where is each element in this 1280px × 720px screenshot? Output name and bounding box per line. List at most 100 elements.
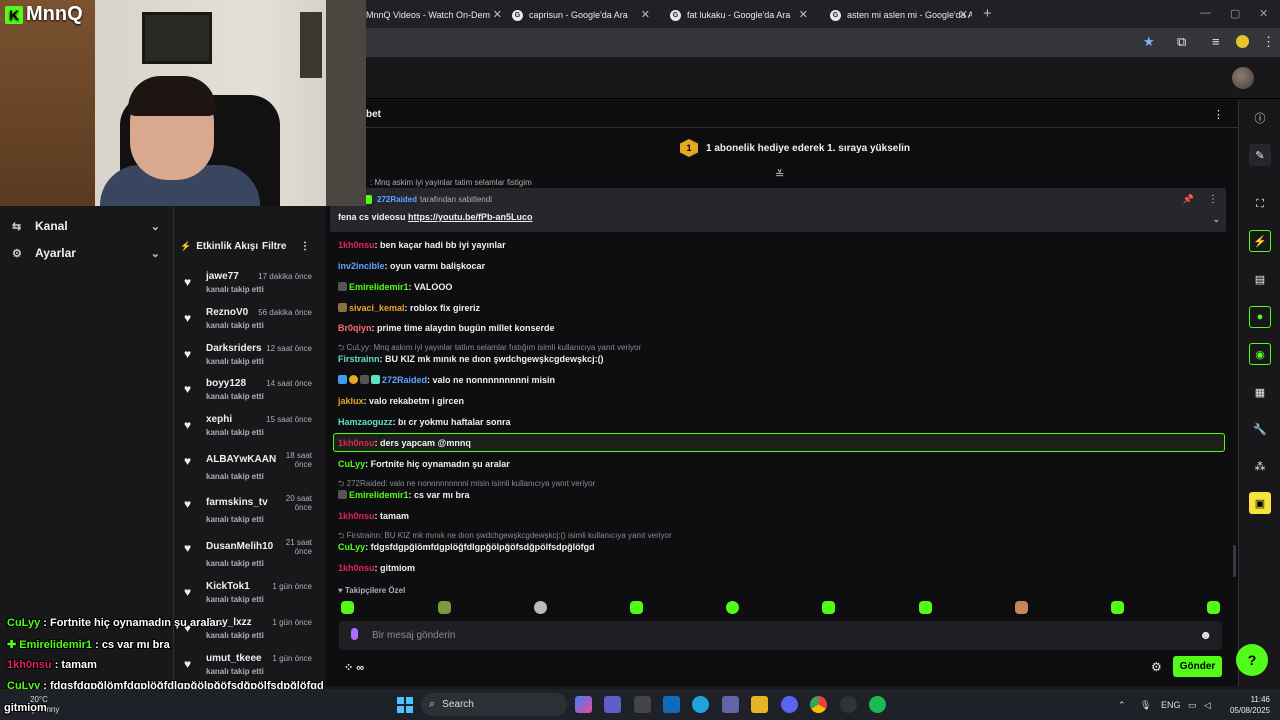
chat-message[interactable]: Emirelidemir1: cs var mı bra: [338, 490, 470, 500]
tab-close-icon[interactable]: ✕: [799, 8, 808, 21]
profile-icon[interactable]: [1236, 35, 1249, 48]
collapse-chevron-icon[interactable]: ≚: [775, 168, 784, 181]
bookmark-star-icon[interactable]: ★: [1143, 34, 1155, 50]
chat-message[interactable]: Br0qiyn: prime time alaydın bugün millet…: [338, 323, 555, 333]
wrench-icon[interactable]: 🔧: [1249, 418, 1271, 440]
activity-item[interactable]: ♥ xephi 15 saat önce kanalı takip etti: [184, 414, 314, 448]
tab-close-icon[interactable]: ✕: [493, 8, 502, 21]
discord-icon[interactable]: [781, 696, 798, 713]
user-avatar[interactable]: [1232, 67, 1254, 89]
send-button[interactable]: Gönder: [1173, 656, 1222, 677]
pinned-message[interactable]: 272Raided tarafından sabitlendi fena cs …: [330, 188, 1226, 232]
copilot-icon[interactable]: [575, 696, 592, 713]
pin-icon[interactable]: 📌: [1183, 194, 1194, 205]
chat-message[interactable]: 1kh0nsu: ben kaçar hadi bb iyi yayınlar: [338, 240, 506, 250]
emote-icon[interactable]: [1111, 601, 1124, 614]
taskbar-search[interactable]: ⌕ Search: [421, 693, 567, 716]
emote-icon[interactable]: [822, 601, 835, 614]
sidebar-item-ayarlar[interactable]: ⚙ Ayarlar ⌄: [12, 242, 160, 264]
filter-button[interactable]: Filtre: [262, 241, 286, 252]
spotify-icon[interactable]: [869, 696, 886, 713]
emote-icon[interactable]: [1207, 601, 1220, 614]
pinned-link[interactable]: https://youtu.be/fPb-an5Luco: [408, 212, 533, 222]
tab-asten-mi-aslen-mi[interactable]: Gasten mi aslen mi - Google'da A ✕: [822, 4, 972, 26]
taskbar-clock[interactable]: 11:46 05/08/2025: [1224, 694, 1270, 716]
activity-item[interactable]: ♥ jawe77 17 dakika önce kanalı takip etti: [184, 271, 314, 305]
browser-menu-icon[interactable]: ⋮: [1262, 34, 1275, 50]
store-icon[interactable]: [634, 696, 651, 713]
sidebar-item-kanal[interactable]: ⇆ Kanal ⌄: [12, 215, 160, 237]
activity-item[interactable]: ♥ ReznoV0 56 dakika önce kanalı takip etti: [184, 307, 314, 341]
broadcast-icon[interactable]: ◉: [1249, 343, 1271, 365]
activity-item[interactable]: ♥ farmskins_tv 20 saat önce kanalı takip et…: [184, 493, 314, 533]
chat-message[interactable]: 1kh0nsu: ders yapcam @mnnq: [338, 438, 471, 448]
emoji-picker-icon[interactable]: ☻: [1199, 628, 1212, 642]
tab-mnnq-videos[interactable]: MnnQ Videos - Watch On-Dem ✕: [358, 4, 506, 26]
chat-scrollbar[interactable]: [1233, 545, 1236, 577]
mic-icon[interactable]: [351, 628, 358, 640]
chat-message[interactable]: sivaci_kemal: roblox fix gireriz: [338, 303, 480, 313]
emote-icon[interactable]: [726, 601, 739, 614]
chat-message[interactable]: jaklux: valo rekabetm i gircen: [338, 396, 464, 406]
help-button[interactable]: ?: [1236, 644, 1268, 676]
emote-icon[interactable]: [438, 601, 451, 614]
mic-tray-icon[interactable]: 🎙: [1140, 700, 1151, 711]
chevron-down-icon[interactable]: ⌄: [1212, 214, 1220, 225]
teams-work-icon[interactable]: [722, 696, 739, 713]
activity-item[interactable]: ♥ Darksriders 12 saat önce kanalı takip ett…: [184, 343, 314, 377]
close-window-button[interactable]: ✕: [1259, 7, 1268, 20]
chat-settings-icon[interactable]: ⚙: [1151, 660, 1162, 674]
fullscreen-icon[interactable]: ⛶: [1249, 193, 1271, 215]
layout-icon[interactable]: ▦: [1249, 381, 1271, 403]
edit-icon[interactable]: ✎: [1249, 144, 1271, 166]
channel-points[interactable]: ⁘ ∞: [344, 661, 364, 674]
tab-fat-lukaku[interactable]: Gfat lukaku - Google'da Ara ✕: [662, 4, 812, 26]
activity-item[interactable]: ♥ ALBAYwKAAN 18 saat önce kanalı takip etti: [184, 450, 314, 490]
windows-start-icon[interactable]: [397, 697, 413, 713]
chat-bubble-icon[interactable]: ●: [1249, 306, 1271, 328]
info-icon[interactable]: ⓘ: [1249, 107, 1271, 129]
volume-icon[interactable]: ◁: [1204, 700, 1211, 711]
emote-icon[interactable]: [630, 601, 643, 614]
emote-icon[interactable]: [534, 601, 547, 614]
activity-item[interactable]: ♥ boyy128 14 saat önce kanalı takip etti: [184, 378, 314, 412]
sub-goal-banner[interactable]: 1 1 abonelik hediye ederek 1. sıraya yük…: [680, 139, 910, 157]
chat-input[interactable]: Bir mesaj gönderin ☻: [339, 621, 1222, 650]
tab-close-icon[interactable]: ✕: [641, 8, 650, 21]
tab-caprisun[interactable]: Gcaprisun - Google'da Ara ✕: [504, 4, 654, 26]
tab-close-icon[interactable]: ✕: [959, 8, 968, 21]
extensions-icon[interactable]: ⧉: [1177, 34, 1186, 50]
lightning-icon[interactable]: ⚡: [1249, 230, 1271, 252]
chat-message[interactable]: Firstrainn: BU KIZ mk mınık ne dıon şwdc…: [338, 354, 604, 364]
chat-message[interactable]: inv2incible: oyun varmı balişkocar: [338, 261, 485, 271]
nodes-icon[interactable]: ⁂: [1249, 455, 1271, 477]
chat-message[interactable]: Emirelidemir1: VALOOO: [338, 282, 452, 292]
tray-chevron-icon[interactable]: ⌃: [1118, 700, 1126, 711]
chat-message[interactable]: 1kh0nsu: gitmiom: [338, 563, 415, 573]
edge-icon[interactable]: [692, 696, 709, 713]
emote-icon[interactable]: [341, 601, 354, 614]
pinned-options-icon[interactable]: ⋮: [1208, 194, 1218, 205]
feed-options-icon[interactable]: ⋮: [300, 241, 310, 252]
chat-message[interactable]: CuLyy: Fortnite hiç oynamadın şu aralar: [338, 459, 510, 469]
chat-message[interactable]: CuLyy: fdgsfdgpğlömfdgplöğfdlgpğölpğöfsd…: [338, 542, 595, 552]
chat-message[interactable]: 272Raided: valo ne nonnnnnnnnni misin: [338, 375, 555, 385]
emote-icon[interactable]: [919, 601, 932, 614]
chrome-icon[interactable]: [810, 696, 827, 713]
new-tab-button[interactable]: +: [983, 5, 992, 22]
chat-message[interactable]: Hamzaoguzz: bı cr yokmu haftalar sonra: [338, 417, 511, 427]
activity-item[interactable]: ♥ KickTok1 1 gün önce kanalı takip etti: [184, 581, 314, 615]
chat-options-icon[interactable]: ⋮: [1213, 108, 1224, 121]
clapper-icon[interactable]: ▣: [1249, 492, 1271, 514]
teams-icon[interactable]: [604, 696, 621, 713]
file-explorer-icon[interactable]: [751, 696, 768, 713]
network-icon[interactable]: ▭: [1188, 700, 1197, 711]
language-indicator[interactable]: ENG: [1161, 700, 1181, 710]
outlook-icon[interactable]: [663, 696, 680, 713]
minimize-button[interactable]: —: [1200, 7, 1211, 19]
maximize-button[interactable]: ▢: [1230, 7, 1240, 20]
document-icon[interactable]: ▤: [1249, 268, 1271, 290]
media-control-icon[interactable]: ≡: [1212, 34, 1220, 49]
chat-message[interactable]: 1kh0nsu: tamam: [338, 511, 409, 521]
activity-item[interactable]: ♥ DusanMelih10 21 saat önce kanalı takip et…: [184, 537, 314, 577]
